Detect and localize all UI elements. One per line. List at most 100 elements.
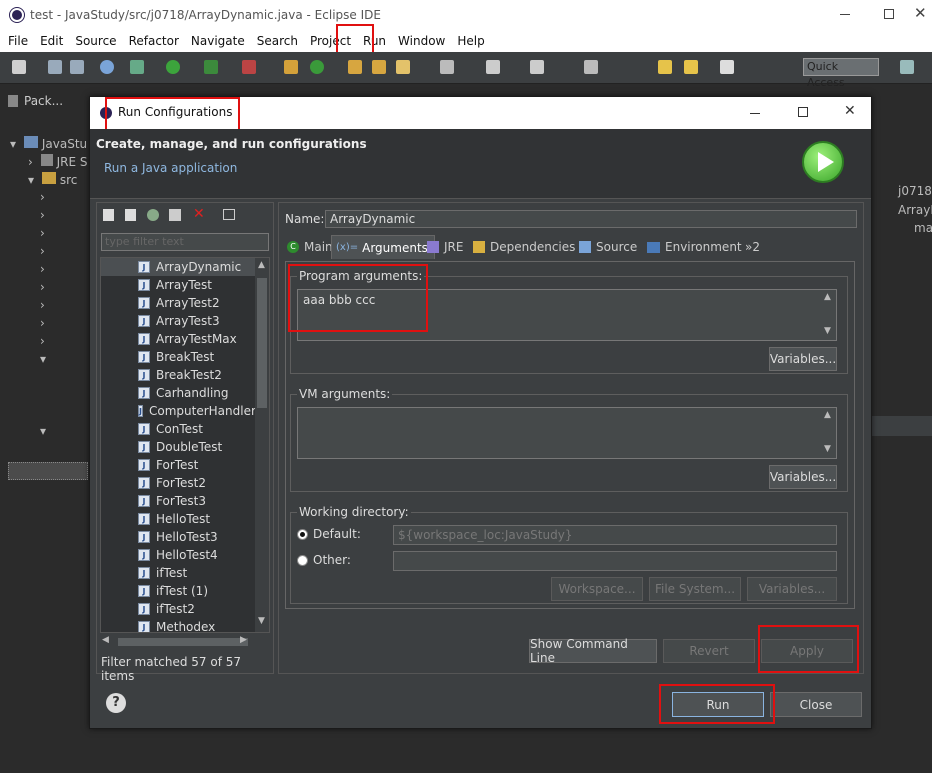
toggle-icon[interactable] [486, 60, 500, 74]
filter-input[interactable]: type filter text [101, 233, 269, 251]
config-list-item[interactable]: J ForTest3 [101, 492, 255, 510]
last-edit-icon[interactable] [658, 60, 672, 74]
open-task-icon[interactable] [372, 60, 386, 74]
search-icon[interactable] [396, 60, 410, 74]
back-icon[interactable] [684, 60, 698, 74]
menu-file[interactable]: File [2, 34, 34, 48]
tab-dependencies[interactable]: Dependencies [473, 235, 575, 259]
config-list-item[interactable]: J ConTest [101, 420, 255, 438]
close-button[interactable]: Close [770, 692, 862, 717]
maximize-icon[interactable] [884, 9, 894, 19]
forward-icon[interactable] [720, 60, 734, 74]
vm-variables-button[interactable]: Variables... [769, 465, 837, 489]
new-icon[interactable] [12, 60, 26, 74]
collapse-all-icon[interactable] [223, 209, 235, 220]
textarea-scroll-down-icon[interactable]: ▼ [824, 326, 831, 336]
debug-icon[interactable] [130, 60, 144, 74]
file-system-button[interactable]: File System... [649, 577, 741, 601]
save-all-icon[interactable] [70, 60, 84, 74]
config-list-item[interactable]: JifTest (1) [101, 582, 255, 600]
config-list-item[interactable]: J HelloTest3 [101, 528, 255, 546]
menu-navigate[interactable]: Navigate [185, 34, 251, 48]
tab-source[interactable]: Source [579, 235, 637, 259]
scroll-down-icon[interactable]: ▼ [258, 616, 265, 626]
default-radio[interactable] [297, 529, 308, 540]
new-prototype-icon[interactable] [125, 209, 136, 221]
config-list-item[interactable]: J ArrayDynamic [101, 258, 255, 276]
config-list-item[interactable]: J DoubleTest [101, 438, 255, 456]
show-whitespace-icon[interactable] [530, 60, 544, 74]
config-list-item[interactable]: J Carhandling [101, 384, 255, 402]
perspective-icon[interactable] [900, 60, 914, 74]
config-list-item[interactable]: J HelloTest [101, 510, 255, 528]
help-icon[interactable]: ? [106, 693, 126, 713]
default-label[interactable]: Default: [313, 527, 361, 541]
vm-scroll-down-icon[interactable]: ▼ [824, 444, 831, 454]
workspace-button[interactable]: Workspace... [551, 577, 643, 601]
new-class-icon[interactable] [310, 60, 324, 74]
menu-source[interactable]: Source [69, 34, 122, 48]
tab-environment[interactable]: Environment [647, 235, 742, 259]
other-label[interactable]: Other: [313, 553, 351, 567]
config-list-item[interactable]: J ForTest2 [101, 474, 255, 492]
vm-arguments-textarea[interactable]: ▲ ▼ [297, 407, 837, 459]
menu-refactor[interactable]: Refactor [123, 34, 185, 48]
close-icon[interactable]: ✕ [914, 4, 927, 22]
config-list-item[interactable]: J BreakTest2 [101, 366, 255, 384]
config-list-item[interactable]: J ComputerHandler [101, 402, 256, 420]
export-icon[interactable] [147, 209, 159, 221]
config-list-item[interactable]: JifTest2 [101, 600, 255, 618]
duplicate-icon[interactable] [169, 209, 181, 221]
skip-breakpoints-icon[interactable] [100, 60, 114, 74]
scroll-thumb[interactable] [257, 278, 267, 408]
prev-annotation-icon[interactable] [584, 60, 598, 74]
config-list-item[interactable]: J HelloTest4 [101, 546, 255, 564]
delete-icon[interactable]: ✕ [193, 206, 205, 222]
menu-window[interactable]: Window [392, 34, 451, 48]
config-list-item[interactable]: J ArrayTest [101, 276, 255, 294]
tree-project[interactable]: ▾ JavaStu [0, 136, 87, 154]
tab-arguments[interactable]: (x)= Arguments [331, 235, 435, 259]
other-directory-field[interactable] [393, 551, 837, 571]
tab-main[interactable]: C Main [287, 235, 333, 259]
config-list-item[interactable]: J ArrayTestMax [101, 330, 255, 348]
config-list-item[interactable]: J BreakTest [101, 348, 255, 366]
dialog-maximize-icon[interactable] [798, 107, 808, 117]
scroll-up-icon[interactable]: ▲ [258, 260, 265, 270]
directory-variables-button[interactable]: Variables... [747, 577, 837, 601]
config-list-item[interactable]: JifTest [101, 564, 255, 582]
save-icon[interactable] [48, 60, 62, 74]
config-list-item[interactable]: J ForTest [101, 456, 255, 474]
list-hscrollbar[interactable]: ◀ ▶ [100, 635, 270, 649]
package-explorer-tab[interactable]: Pack... [8, 90, 88, 112]
new-java-package-icon[interactable] [284, 60, 298, 74]
dialog-minimize-icon[interactable] [750, 113, 760, 114]
list-vscrollbar[interactable]: ▲ ▼ [255, 258, 269, 632]
scroll-right-icon[interactable]: ▶ [240, 635, 247, 645]
dialog-close-icon[interactable]: ✕ [844, 103, 856, 119]
revert-button[interactable]: Revert [663, 639, 755, 663]
external-tools-icon[interactable] [242, 60, 256, 74]
annotation-icon[interactable] [440, 60, 454, 74]
tab-overflow[interactable]: »2 [745, 235, 760, 259]
minimize-icon[interactable] [840, 14, 850, 15]
config-list-item[interactable]: J Methodex [101, 618, 255, 632]
menu-edit[interactable]: Edit [34, 34, 69, 48]
tab-jre[interactable]: JRE [427, 235, 463, 259]
scroll-left-icon[interactable]: ◀ [102, 635, 109, 645]
quick-access-field[interactable]: Quick Access [803, 58, 879, 89]
open-type-icon[interactable] [348, 60, 362, 74]
show-command-line-button[interactable]: Show Command Line [529, 637, 657, 665]
run-icon[interactable] [166, 60, 180, 74]
program-variables-button[interactable]: Variables... [769, 347, 837, 371]
menu-help[interactable]: Help [451, 34, 490, 48]
tree-src[interactable]: ▾ src [0, 172, 77, 190]
coverage-icon[interactable] [204, 60, 218, 74]
other-radio[interactable] [297, 555, 308, 566]
new-config-icon[interactable] [103, 209, 114, 221]
config-list-item[interactable]: J ArrayTest3 [101, 312, 255, 330]
config-list-item[interactable]: J ArrayTest2 [101, 294, 255, 312]
tree-jre[interactable]: › JRE S [0, 154, 88, 172]
menu-search[interactable]: Search [251, 34, 304, 48]
vm-scroll-up-icon[interactable]: ▲ [824, 410, 831, 420]
